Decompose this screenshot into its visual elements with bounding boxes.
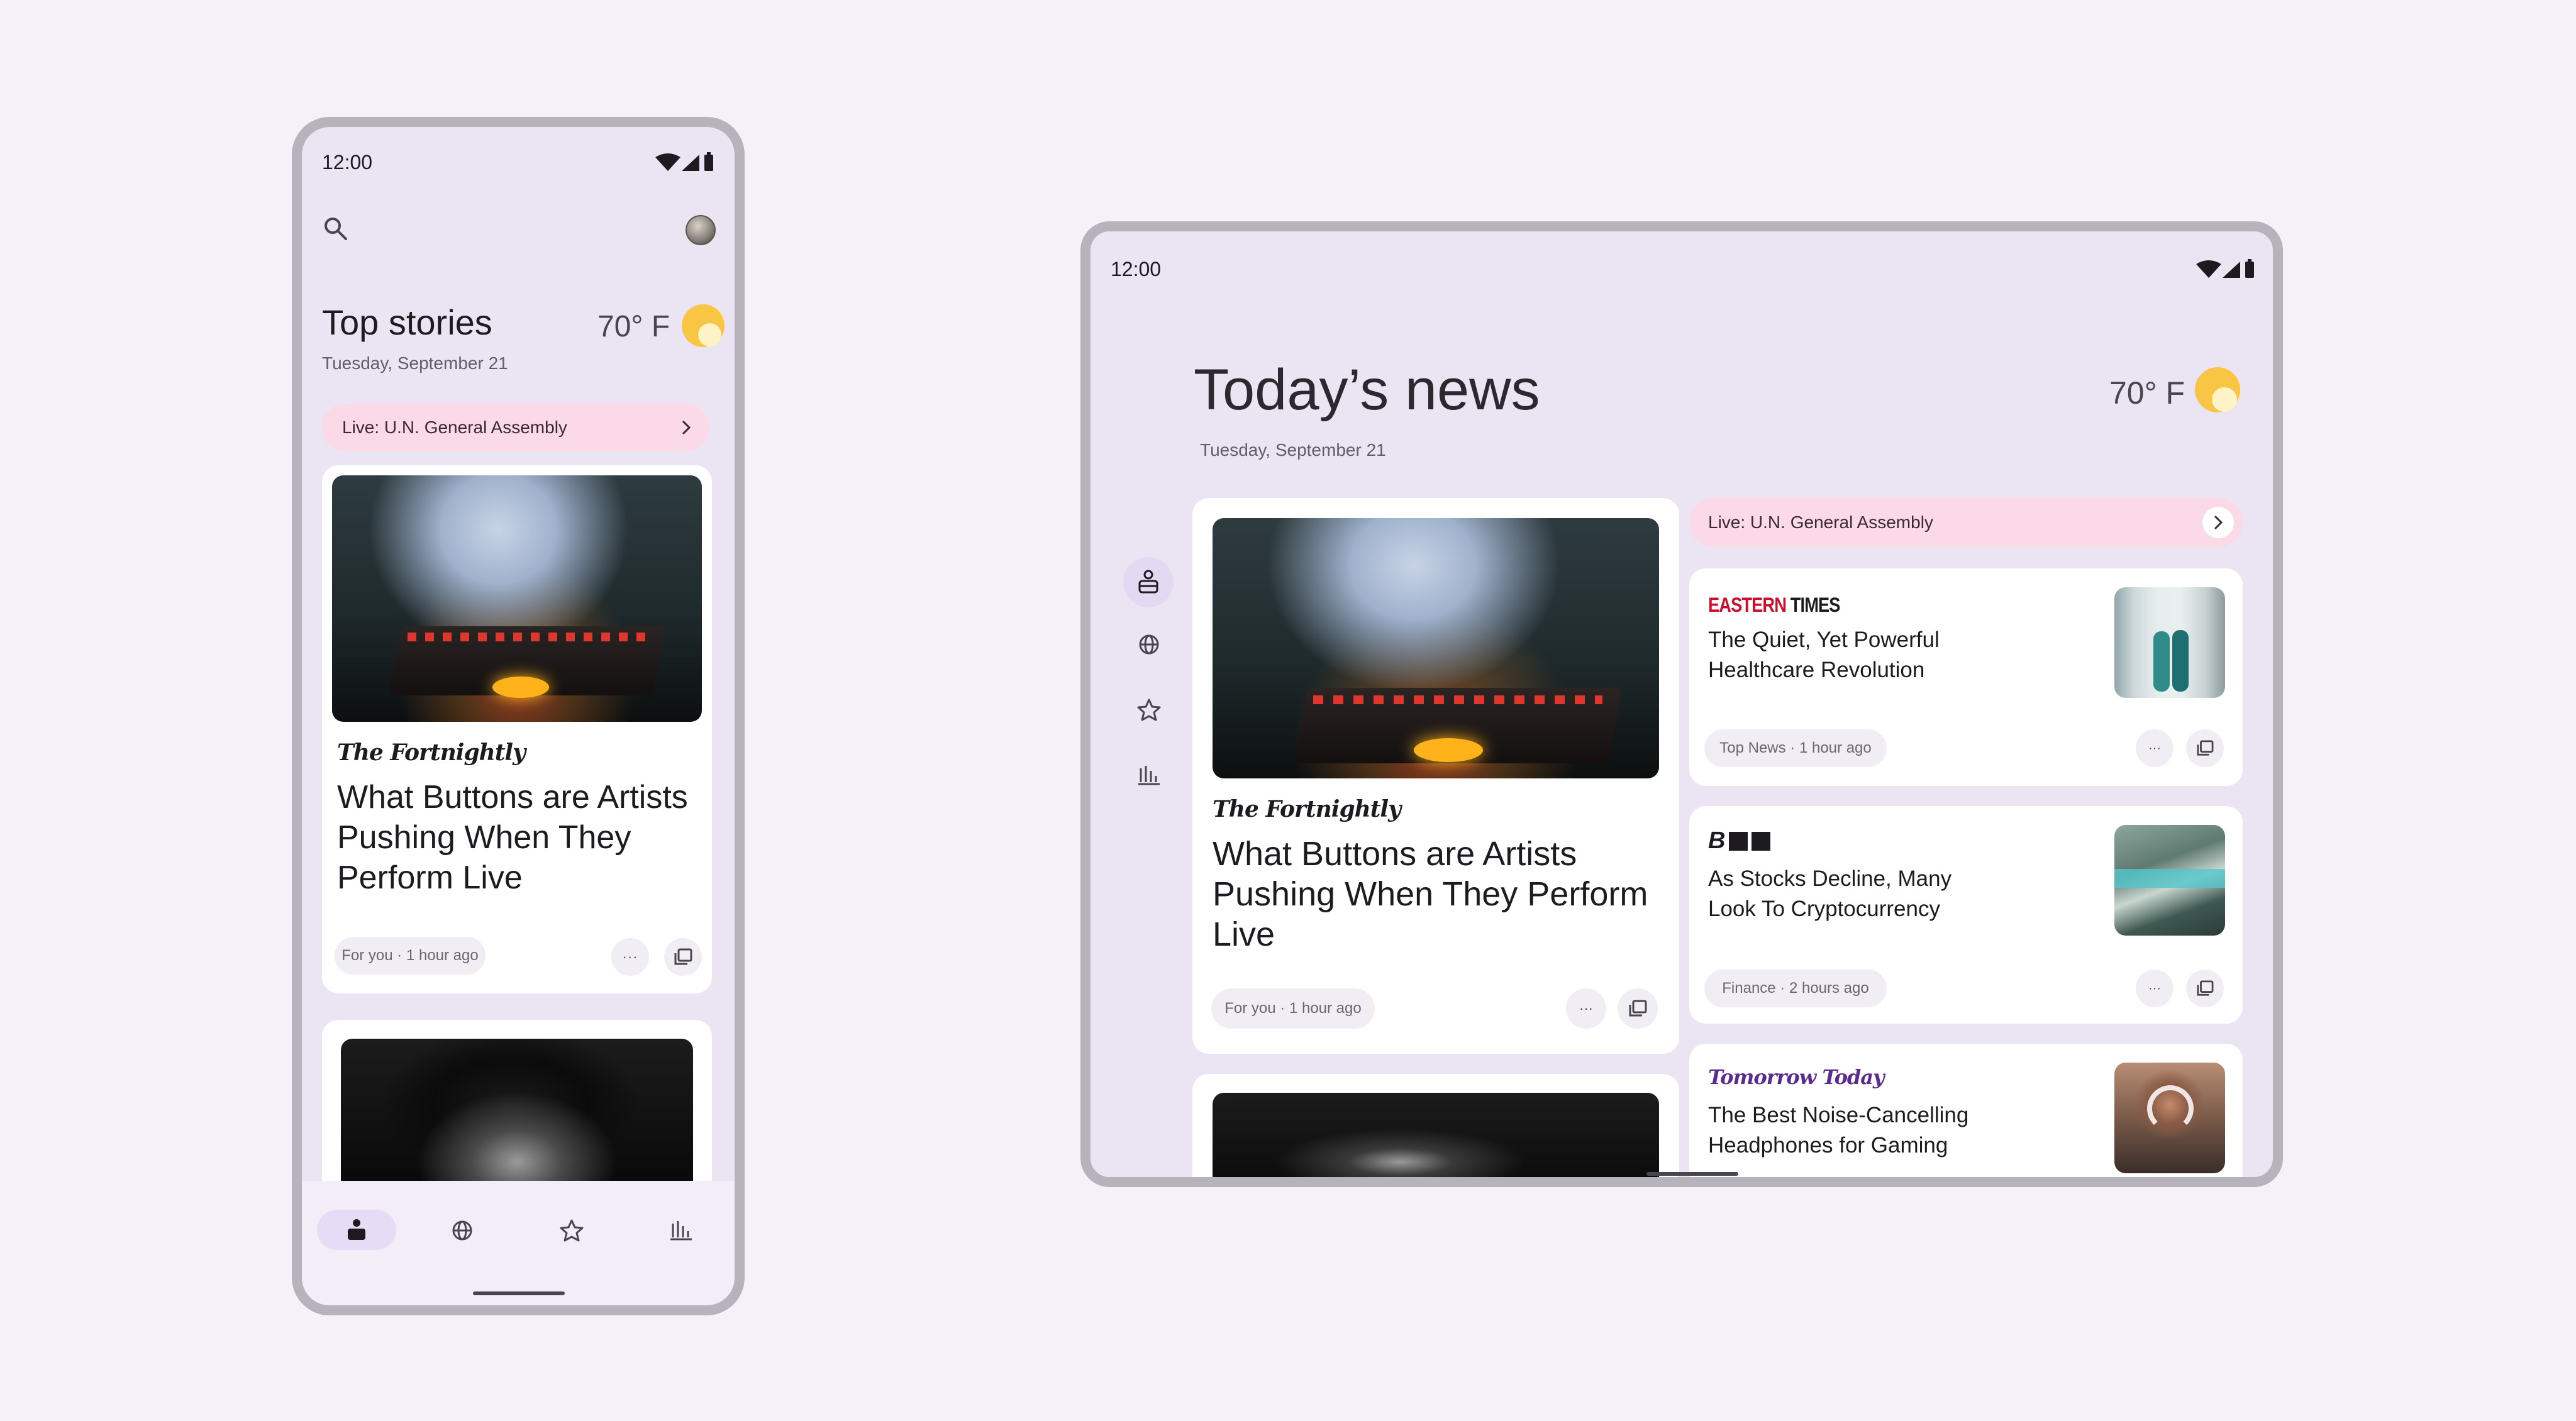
banknote-band <box>2114 869 2225 888</box>
more-options-button[interactable]: ··· <box>2136 729 2174 767</box>
side-story-card[interactable]: EASTERN TIMES The Quiet, Yet Powerful He… <box>1689 568 2243 786</box>
publication-logo: The Fortnightly <box>337 739 526 766</box>
story-meta-chip[interactable]: Top News · 1 hour ago <box>1704 729 1887 767</box>
mixer-buttons <box>1313 695 1602 704</box>
search-icon[interactable] <box>322 215 350 243</box>
for-you-icon <box>1138 570 1159 595</box>
nav-rail-item-for-you[interactable] <box>1123 557 1174 607</box>
story-meta-chip[interactable]: For you · 1 hour ago <box>335 937 486 975</box>
story-meta-chip[interactable]: Finance · 2 hours ago <box>1704 970 1887 1007</box>
for-you-icon <box>346 1219 367 1241</box>
publication-logo: B <box>1708 827 1771 854</box>
date-label: Tuesday, September 21 <box>322 353 508 373</box>
avatar[interactable] <box>686 215 716 245</box>
publication-name: B <box>1708 827 1726 854</box>
chevron-right-icon <box>680 419 692 436</box>
publication-logo: The Fortnightly <box>1213 796 1401 822</box>
hospital-image <box>2114 587 2225 698</box>
bottom-navigation <box>302 1181 735 1305</box>
story-headline: As Stocks Decline, Many Look To Cryptocu… <box>1708 866 1952 921</box>
more-horiz-icon: ··· <box>2148 981 2161 995</box>
live-banner[interactable]: Live: U.N. General Assembly <box>322 404 709 451</box>
collection-icon <box>674 948 692 966</box>
story-headline: What Buttons are Artists Pushing When Th… <box>1213 835 1648 953</box>
live-banner-label: Live: U.N. General Assembly <box>342 417 567 437</box>
collection-icon <box>2196 740 2214 756</box>
save-story-button[interactable] <box>1618 988 1658 1029</box>
live-banner-label: Live: U.N. General Assembly <box>1708 512 1933 532</box>
publication-name-part: EASTERN <box>1708 594 1787 616</box>
publication-name-part: TIMES <box>1790 594 1841 616</box>
logo-block <box>1752 831 1771 851</box>
chart-icon[interactable] <box>1137 765 1161 786</box>
doctor-figure <box>2153 631 2170 692</box>
star-icon[interactable] <box>1137 698 1161 722</box>
temperature: 70° F <box>2109 375 2185 411</box>
chevron-right-icon <box>2202 507 2234 538</box>
banknote-image <box>2114 825 2225 936</box>
star-icon[interactable] <box>560 1219 584 1242</box>
mixer-buttons <box>408 633 647 641</box>
dj-mixer-image <box>1213 518 1659 778</box>
story-headline: What Buttons are Artists Pushing When Th… <box>337 779 688 896</box>
tablet-device: 12:00 Today’s news Tuesday, September 21… <box>1080 221 2283 1187</box>
story-meta-chip[interactable]: For you · 1 hour ago <box>1211 988 1375 1029</box>
publication-logo: EASTERN TIMES <box>1708 594 1840 617</box>
date-label: Tuesday, September 21 <box>1200 440 1386 460</box>
save-story-button[interactable] <box>2186 970 2224 1007</box>
story-card[interactable] <box>1192 1074 1679 1177</box>
story-headline: The Best Noise-Cancelling Headphones for… <box>1708 1103 1969 1158</box>
more-options-button[interactable]: ··· <box>1566 988 1606 1029</box>
page-title: Today’s news <box>1194 358 1540 422</box>
doctor-figure <box>2172 630 2189 692</box>
story-headline: The Quiet, Yet Powerful Healthcare Revol… <box>1708 628 1940 682</box>
status-icons <box>654 152 717 175</box>
collection-icon <box>1628 1000 1647 1017</box>
mixer-light <box>1414 738 1483 762</box>
collection-icon <box>2196 980 2214 997</box>
status-time: 12:00 <box>1111 258 1162 280</box>
story-card[interactable] <box>322 1020 712 1208</box>
temperature: 70° F <box>597 310 670 343</box>
publication-logo: Tomorrow Today <box>1708 1065 1885 1089</box>
gesture-handle <box>473 1291 565 1295</box>
chart-icon[interactable] <box>669 1220 693 1241</box>
side-story-card[interactable]: B As Stocks Decline, Many Look To Crypto… <box>1689 806 2243 1024</box>
more-options-button[interactable]: ··· <box>611 938 649 976</box>
logo-block <box>1729 831 1748 851</box>
side-story-card[interactable]: Tomorrow Today The Best Noise-Cancelling… <box>1689 1044 2243 1177</box>
live-banner[interactable]: Live: U.N. General Assembly <box>1689 498 2243 547</box>
globe-icon[interactable] <box>452 1220 473 1241</box>
phone-device: 12:00 Top stories Tuesday, September 21 … <box>292 117 745 1315</box>
weather-sun-icon <box>682 304 724 347</box>
singer-image <box>1213 1093 1659 1177</box>
more-horiz-icon: ··· <box>622 949 638 965</box>
more-horiz-icon: ··· <box>1579 1000 1593 1016</box>
story-card[interactable]: The Fortnightly What Buttons are Artists… <box>322 465 712 993</box>
globe-icon[interactable] <box>1138 634 1160 655</box>
gesture-handle <box>1646 1172 1738 1176</box>
mixer-light <box>492 677 549 698</box>
status-icons <box>2195 259 2258 282</box>
main-story-card[interactable]: The Fortnightly What Buttons are Artists… <box>1192 498 1679 1054</box>
nav-item-for-you[interactable] <box>317 1210 396 1250</box>
save-story-button[interactable] <box>664 938 702 976</box>
page-title: Top stories <box>322 302 492 342</box>
more-horiz-icon: ··· <box>2148 741 2161 755</box>
dj-mixer-image <box>332 475 702 722</box>
more-options-button[interactable]: ··· <box>2136 970 2174 1007</box>
save-story-button[interactable] <box>2186 729 2224 767</box>
weather-sun-icon <box>2195 367 2240 412</box>
headphones-image <box>2114 1063 2225 1173</box>
status-time: 12:00 <box>322 151 373 174</box>
headphones-shape <box>2147 1085 2194 1132</box>
